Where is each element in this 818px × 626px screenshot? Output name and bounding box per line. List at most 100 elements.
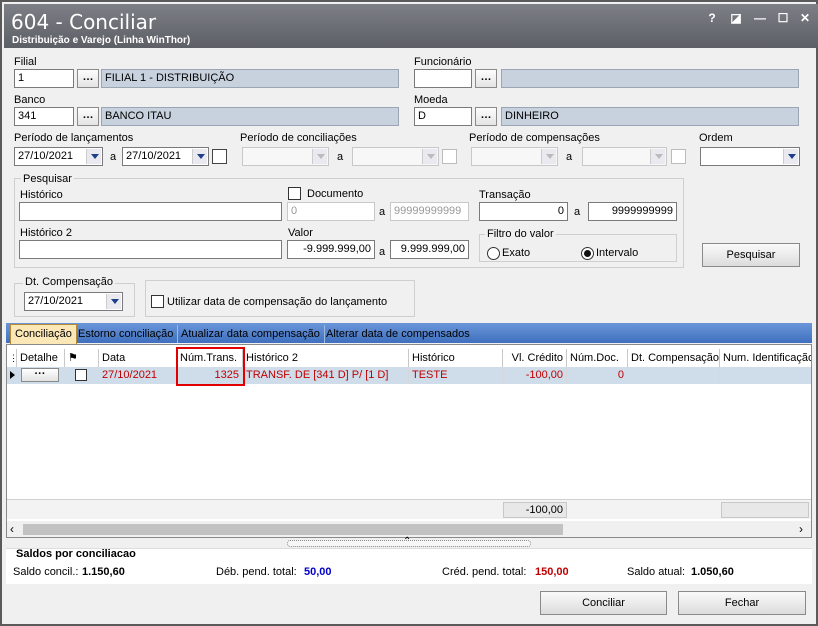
scroll-thumb[interactable] bbox=[23, 524, 563, 535]
total-vl-credito: -100,00 bbox=[503, 502, 567, 518]
exato-radio[interactable] bbox=[487, 247, 500, 260]
pesquisar-button[interactable]: Pesquisar bbox=[702, 243, 800, 267]
chevron-down-icon[interactable] bbox=[422, 149, 437, 164]
transacao-label: Transação bbox=[479, 189, 531, 201]
title-bar: 604 - Conciliar Distribuição e Varejo (L… bbox=[4, 4, 818, 48]
filial-lookup-button[interactable]: … bbox=[77, 69, 99, 88]
calendar-icon[interactable] bbox=[442, 149, 457, 164]
utilizar-data-checkbox[interactable] bbox=[151, 295, 164, 308]
tab-estorno-conciliacao[interactable]: Estorno conciliação bbox=[74, 325, 179, 343]
historico2-input[interactable] bbox=[19, 240, 282, 259]
conciliacoes-to-date[interactable] bbox=[352, 147, 439, 166]
highlight-box bbox=[176, 347, 245, 386]
saldo-atual-label: Saldo atual: bbox=[627, 566, 686, 578]
help-icon[interactable]: ? bbox=[704, 10, 720, 26]
col-dt-compensacao[interactable]: Dt. Compensação bbox=[628, 349, 720, 367]
row-checkbox[interactable] bbox=[75, 369, 87, 381]
lancamentos-from-date[interactable]: 27/10/2021 bbox=[14, 147, 103, 166]
ordem-select[interactable] bbox=[700, 147, 800, 166]
minimize-icon[interactable]: — bbox=[752, 10, 768, 26]
col-detalhe[interactable]: Detalhe bbox=[17, 349, 65, 367]
lancamentos-to-date[interactable]: 27/10/2021 bbox=[122, 147, 209, 166]
col-historico[interactable]: Histórico bbox=[409, 349, 503, 367]
historico-input[interactable] bbox=[19, 202, 282, 221]
banco-name-field: BANCO ITAU bbox=[101, 107, 399, 126]
window-title: 604 - Conciliar bbox=[11, 10, 157, 34]
horizontal-scrollbar[interactable]: ‹ › bbox=[7, 521, 811, 537]
moeda-code-input[interactable]: D bbox=[414, 107, 472, 126]
filial-code-input[interactable]: 1 bbox=[14, 69, 74, 88]
maximize-icon[interactable]: ☐ bbox=[775, 10, 791, 26]
transactions-grid: ⋮ Detalhe ⚑ Data Núm.Trans. Histórico 2 … bbox=[6, 344, 812, 538]
periodo-conciliacoes-label: Período de conciliações bbox=[240, 132, 357, 144]
valor-sep: a bbox=[379, 246, 386, 258]
saldo-concil-value: 1.150,60 bbox=[82, 566, 125, 578]
flag-icon[interactable]: ⚑ bbox=[65, 349, 99, 367]
dt-compensacao-date[interactable]: 27/10/2021 bbox=[24, 292, 123, 311]
lancamentos-to-value: 27/10/2021 bbox=[126, 150, 182, 162]
chevron-down-icon[interactable] bbox=[312, 149, 327, 164]
funcionario-label: Funcionário bbox=[414, 56, 472, 68]
total-extra bbox=[721, 502, 809, 518]
chevron-down-icon[interactable] bbox=[192, 149, 207, 164]
compensacoes-from-date[interactable] bbox=[471, 147, 558, 166]
chevron-down-icon[interactable] bbox=[541, 149, 556, 164]
tab-atualizar-data-compensacao[interactable]: Atualizar data compensação bbox=[177, 325, 325, 343]
transacao-to-input[interactable]: 9999999999 bbox=[588, 202, 677, 221]
valor-to-input[interactable]: 9.999.999,00 bbox=[390, 240, 469, 259]
documento-to-input[interactable]: 99999999999 bbox=[390, 202, 469, 221]
funcionario-lookup-button[interactable]: … bbox=[475, 69, 497, 88]
detalhe-button[interactable]: ··· bbox=[21, 368, 59, 382]
banco-code-input[interactable]: 341 bbox=[14, 107, 74, 126]
close-icon[interactable]: ✕ bbox=[797, 10, 813, 26]
historico-label: Histórico bbox=[20, 189, 63, 201]
funcionario-code-input[interactable] bbox=[414, 69, 472, 88]
conciliar-button[interactable]: Conciliar bbox=[540, 591, 667, 615]
grid-menu-icon[interactable]: ⋮ bbox=[7, 349, 17, 367]
periodo-compensacoes-label: Período de compensações bbox=[469, 132, 600, 144]
tab-conciliacao[interactable]: Conciliação bbox=[10, 324, 77, 344]
scroll-right-icon[interactable]: › bbox=[799, 522, 803, 536]
documento-sep: a bbox=[379, 206, 386, 218]
periodo-lancamentos-label: Período de lançamentos bbox=[14, 132, 134, 144]
tab-alterar-data-compensados[interactable]: Alterar data de compensados bbox=[322, 325, 474, 343]
calendar-icon[interactable] bbox=[671, 149, 686, 164]
filial-label: Filial bbox=[14, 56, 37, 68]
cell-num-identificacao bbox=[720, 367, 811, 384]
valor-from-input[interactable]: -9.999.999,00 bbox=[287, 240, 375, 259]
valor-label: Valor bbox=[288, 227, 313, 239]
banco-lookup-button[interactable]: … bbox=[77, 107, 99, 126]
col-data[interactable]: Data bbox=[99, 349, 177, 367]
deb-pend-label: Déb. pend. total: bbox=[216, 566, 297, 578]
chevron-down-icon[interactable] bbox=[86, 149, 101, 164]
moeda-label: Moeda bbox=[414, 94, 448, 106]
scroll-left-icon[interactable]: ‹ bbox=[10, 522, 14, 536]
calendar-icon[interactable] bbox=[212, 149, 227, 164]
col-historico2[interactable]: Histórico 2 bbox=[243, 349, 409, 367]
transacao-from-input[interactable]: 0 bbox=[479, 202, 568, 221]
tab-bar: Conciliação Estorno conciliação Atualiza… bbox=[6, 323, 812, 344]
moeda-lookup-button[interactable]: … bbox=[475, 107, 497, 126]
documento-checkbox[interactable] bbox=[288, 187, 301, 200]
col-vl-credito[interactable]: Vl. Crédito bbox=[503, 349, 567, 367]
saldos-title: Saldos por conciliacao bbox=[16, 548, 136, 560]
cell-historico2: TRANSF. DE [341 D] P/ [1 D] bbox=[243, 367, 409, 384]
conciliacoes-from-date[interactable] bbox=[242, 147, 329, 166]
documento-from-input[interactable]: 0 bbox=[287, 202, 375, 221]
window-subtitle: Distribuição e Varejo (Linha WinThor) bbox=[12, 35, 191, 46]
col-num-doc[interactable]: Núm.Doc. bbox=[567, 349, 628, 367]
historico2-label: Histórico 2 bbox=[20, 227, 72, 239]
funcionario-name-field bbox=[501, 69, 799, 88]
restore-layout-icon[interactable]: ◪ bbox=[728, 10, 744, 26]
cell-data: 27/10/2021 bbox=[99, 367, 177, 384]
fechar-button[interactable]: Fechar bbox=[678, 591, 806, 615]
chevron-down-icon[interactable] bbox=[650, 149, 665, 164]
chevron-down-icon[interactable] bbox=[783, 149, 798, 164]
compensacoes-to-date[interactable] bbox=[582, 147, 667, 166]
chevron-down-icon[interactable] bbox=[106, 294, 121, 309]
pesquisar-group-label: Pesquisar bbox=[21, 173, 74, 185]
saldo-concil-label: Saldo concil.: bbox=[13, 566, 79, 578]
intervalo-radio[interactable] bbox=[581, 247, 594, 260]
col-num-identificacao[interactable]: Num. Identificação bbox=[720, 349, 811, 367]
chevron-up-icon[interactable]: ⌃ bbox=[403, 536, 411, 547]
